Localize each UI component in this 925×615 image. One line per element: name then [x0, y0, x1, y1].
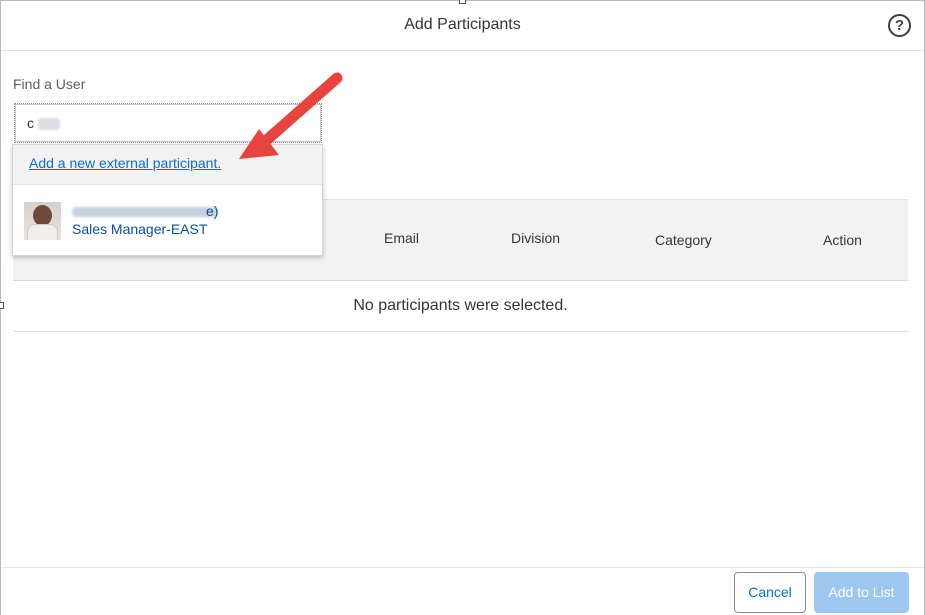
redacted-user-name — [72, 207, 218, 217]
column-header-category: Category — [655, 232, 712, 248]
frame-handle-left — [0, 302, 4, 309]
column-header-division: Division — [511, 230, 561, 246]
find-user-label: Find a User — [13, 76, 86, 92]
avatar — [24, 202, 61, 240]
frame-handle-top — [459, 0, 466, 4]
column-header-action: Action — [823, 232, 862, 248]
annotation-arrow-icon — [239, 72, 343, 159]
empty-message: No participants were selected. — [353, 297, 568, 314]
user-name-suffix: e) — [206, 203, 219, 219]
add-participants-dialog: Add Participants ? Find a User Email Div… — [0, 0, 925, 615]
add-to-list-button[interactable]: Add to List — [814, 572, 909, 613]
participants-empty-row: No participants were selected. — [13, 281, 908, 332]
question-circle-icon[interactable]: ? — [888, 14, 911, 37]
redacted-input-text — [38, 118, 60, 130]
add-external-participant-link[interactable]: Add a new external participant. — [29, 155, 221, 171]
avatar-body — [27, 224, 58, 240]
dialog-footer: Cancel Add to List — [1, 567, 924, 615]
avatar-head — [33, 205, 52, 226]
dialog-title: Add Participants — [404, 16, 521, 33]
cancel-button[interactable]: Cancel — [734, 572, 806, 613]
user-job-title: Sales Manager-EAST — [72, 221, 208, 237]
suggested-user-item[interactable]: e) Sales Manager-EAST — [13, 185, 322, 255]
column-header-email: Email — [384, 230, 420, 246]
dialog-header: Add Participants ? — [1, 1, 924, 51]
